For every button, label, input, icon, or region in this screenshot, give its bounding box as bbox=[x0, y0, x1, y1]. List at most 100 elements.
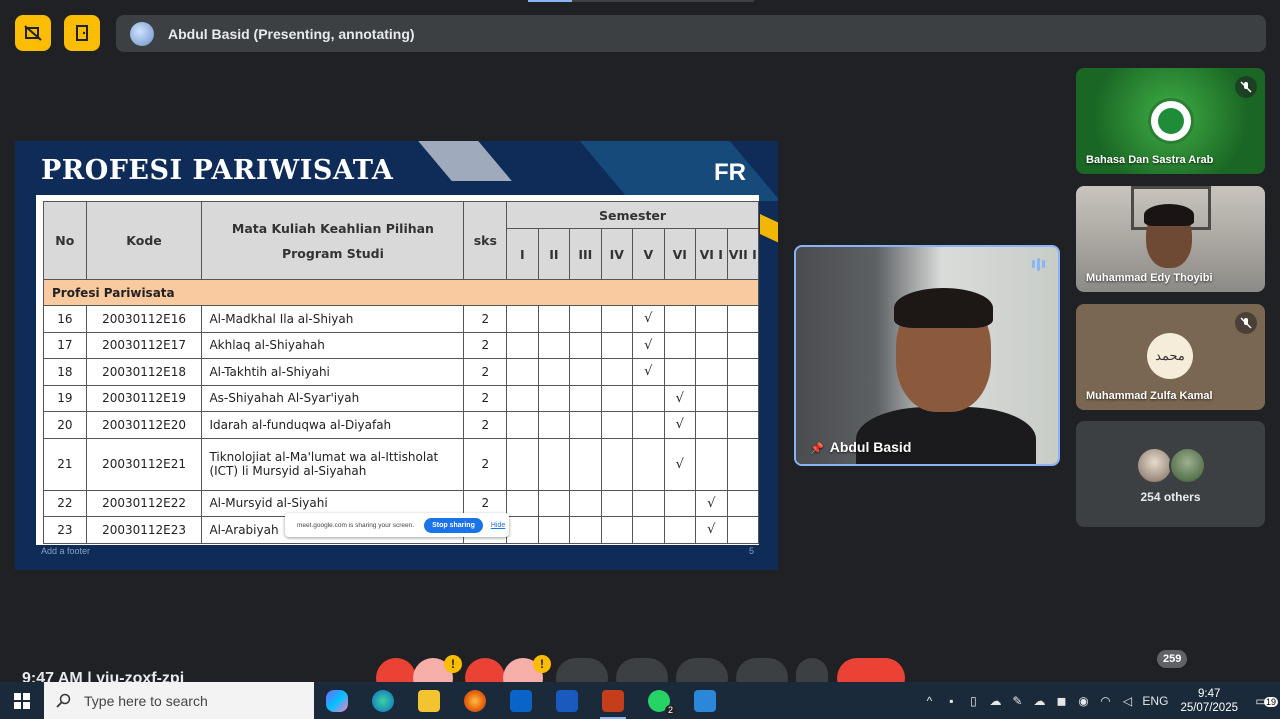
semester-cell bbox=[537, 489, 571, 517]
cell-sks: 2 bbox=[463, 384, 508, 412]
language-indicator[interactable]: ENG bbox=[1138, 693, 1172, 709]
folder-icon bbox=[418, 689, 440, 712]
semester-cell bbox=[506, 411, 539, 439]
course-table-wrap: No Kode Mata Kuliah Keahlian Pilihan Pro… bbox=[36, 195, 759, 545]
participant-tile-2[interactable]: Muhammad Edy Thoyibi bbox=[1076, 186, 1265, 292]
participant-tile-1[interactable]: Bahasa Dan Sastra Arab bbox=[1076, 68, 1265, 174]
participant-count-badge: 259 bbox=[1157, 650, 1188, 668]
edge-app[interactable] bbox=[360, 682, 406, 719]
table-row: 17 20030112E17 Akhlaq al-Shiyahah 2 √ bbox=[43, 331, 759, 359]
windows-taskbar: Type here to search 2 ^ ▪ ▯ ☁ ✎ ☁ ◼ ◉ ◠ … bbox=[0, 682, 1280, 719]
table-row: 20 20030112E20 Idarah al-funduqwa al-Diyaf… bbox=[43, 411, 759, 439]
table-row: 21 20030112E21 Tiknolojiat al-Ma'lumat wa … bbox=[43, 437, 759, 491]
firefox-app[interactable] bbox=[452, 682, 498, 719]
notification-button[interactable]: ▭ 19 bbox=[1250, 693, 1280, 709]
semester-cell bbox=[632, 411, 665, 439]
semester-col-1: I bbox=[506, 228, 539, 280]
meet-stage: Abdul Basid (Presenting, annotating) PRO… bbox=[0, 0, 1280, 698]
semester-cell bbox=[506, 331, 539, 359]
presenter-banner[interactable]: Abdul Basid (Presenting, annotating) bbox=[116, 15, 1266, 52]
cell-kode: 20030112E18 bbox=[85, 358, 203, 386]
stop-sharing-button[interactable]: Stop sharing bbox=[424, 517, 483, 533]
semester-col-8: VII I bbox=[726, 228, 759, 280]
onedrive-icon[interactable]: ☁ bbox=[1028, 693, 1050, 709]
semester-cell bbox=[632, 437, 665, 491]
start-button[interactable] bbox=[0, 682, 44, 719]
clock[interactable]: 9:47 25/07/2025 bbox=[1180, 687, 1238, 715]
slide-footer: Add a footer bbox=[41, 546, 91, 556]
whatsapp-app[interactable]: 2 bbox=[636, 682, 682, 719]
col-semester: Semester bbox=[506, 201, 759, 229]
word-app[interactable] bbox=[544, 682, 590, 719]
network-share-icon[interactable]: ▪ bbox=[940, 693, 962, 709]
semester-cell bbox=[506, 516, 539, 544]
semester-cell bbox=[506, 384, 539, 412]
semester-cell bbox=[663, 358, 697, 386]
screen-share-bar: meet.google.com is sharing your screen. … bbox=[285, 513, 509, 537]
taskbar-search[interactable]: Type here to search bbox=[44, 682, 314, 719]
cell-no: 17 bbox=[43, 331, 87, 359]
check-mark: √ bbox=[632, 358, 665, 386]
semester-cell bbox=[569, 516, 602, 544]
semester-cell bbox=[663, 331, 697, 359]
slide-title: PROFESI PARIWISATA bbox=[41, 155, 394, 186]
leave-door-button[interactable] bbox=[64, 15, 100, 51]
chevron-up-icon[interactable]: ^ bbox=[918, 693, 940, 709]
semester-cell bbox=[726, 411, 759, 439]
semester-cell bbox=[569, 358, 602, 386]
semester-cell bbox=[600, 331, 634, 359]
others-tile[interactable]: 254 others bbox=[1076, 421, 1265, 527]
check-mark: √ bbox=[663, 384, 697, 412]
camera-icon[interactable]: ◉ bbox=[1072, 693, 1094, 709]
word-icon bbox=[556, 689, 578, 712]
cell-mk: Al-Takhtih al-Shiyahi bbox=[201, 358, 465, 386]
wifi-icon[interactable]: ◠ bbox=[1094, 693, 1116, 709]
cell-mk: Al-Madkhal Ila al-Shiyah bbox=[201, 305, 465, 333]
semester-col-5: V bbox=[632, 228, 665, 280]
explorer-app[interactable] bbox=[406, 682, 452, 719]
door-icon bbox=[76, 25, 88, 41]
search-placeholder: Type here to search bbox=[84, 692, 208, 709]
cell-sks: 2 bbox=[463, 437, 508, 491]
clock-date: 25/07/2025 bbox=[1180, 701, 1238, 714]
table-row: 18 20030112E18 Al-Takhtih al-Shiyahi 2 √ bbox=[43, 358, 759, 386]
cell-no: 23 bbox=[43, 516, 87, 544]
hide-link[interactable]: Hide bbox=[491, 522, 505, 529]
participant-name-3: Muhammad Zulfa Kamal bbox=[1086, 390, 1213, 402]
table-row: 16 20030112E16 Al-Madkhal Ila al-Shiyah 2 √ bbox=[43, 305, 759, 333]
battery-icon[interactable]: ▯ bbox=[962, 693, 984, 709]
check-mark: √ bbox=[663, 437, 697, 491]
no-cam-button[interactable] bbox=[15, 15, 51, 51]
semester-col-2: II bbox=[537, 228, 571, 280]
semester-cell bbox=[506, 489, 539, 517]
semester-cell bbox=[569, 331, 602, 359]
semester-cell bbox=[506, 305, 539, 333]
cell-no: 18 bbox=[43, 358, 87, 386]
participant-tile-3[interactable]: محمد Muhammad Zulfa Kamal bbox=[1076, 304, 1265, 410]
speaker-tile[interactable]: Abdul Basid bbox=[794, 245, 1060, 466]
pen-icon[interactable]: ✎ bbox=[1006, 693, 1028, 709]
outlook-app[interactable] bbox=[498, 682, 544, 719]
cloud-icon[interactable]: ☁ bbox=[984, 693, 1006, 709]
semester-cell bbox=[569, 437, 602, 491]
pen-tool-icon bbox=[602, 689, 624, 712]
copilot-app[interactable] bbox=[314, 682, 360, 719]
semester-cell bbox=[695, 358, 728, 386]
participant-avatar-3: محمد bbox=[1147, 333, 1193, 379]
system-tray: ^ ▪ ▯ ☁ ✎ ☁ ◼ ◉ ◠ ◁ ENG 9:47 25/07/2025 … bbox=[918, 682, 1280, 719]
powerpoint-app[interactable] bbox=[590, 682, 636, 719]
col-mata-kuliah-line2: Program Studi bbox=[281, 245, 384, 261]
semester-cell bbox=[695, 305, 728, 333]
col-kode: Kode bbox=[85, 201, 203, 280]
col-no: No bbox=[43, 201, 87, 280]
volume-icon[interactable]: ◁ bbox=[1116, 693, 1138, 709]
photos-app[interactable] bbox=[682, 682, 728, 719]
semester-cell bbox=[506, 358, 539, 386]
whatsapp-badge: 2 bbox=[664, 705, 676, 715]
clock-time: 9:47 bbox=[1198, 687, 1221, 700]
semester-cell bbox=[632, 384, 665, 412]
semester-cell bbox=[726, 384, 759, 412]
slide-page-number: 5 bbox=[748, 546, 754, 556]
security-icon[interactable]: ◼ bbox=[1050, 693, 1072, 709]
semester-cell bbox=[537, 516, 571, 544]
